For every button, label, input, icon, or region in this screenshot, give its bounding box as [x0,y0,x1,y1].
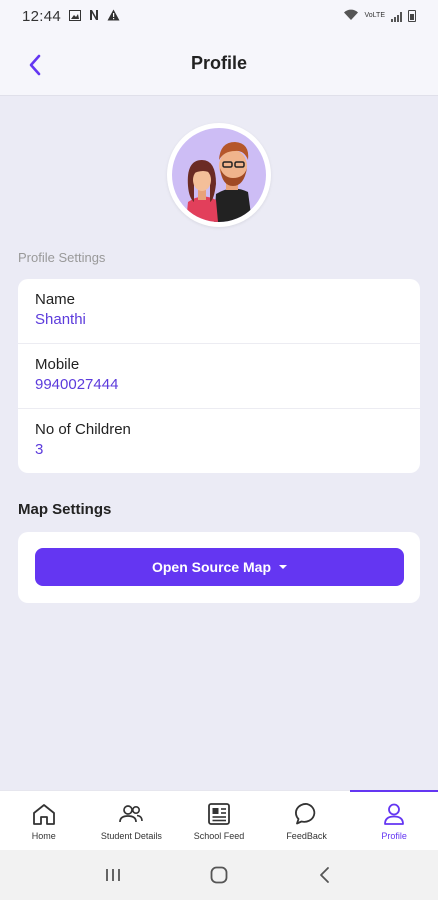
warning-icon [107,8,120,24]
nav-item-student-details[interactable]: Student Details [88,791,176,850]
status-left: 12:44 [22,8,120,25]
status-bar: 12:44 VoLTE [0,0,438,32]
user-icon [384,803,405,825]
nav-label-feedback: FeedBack [286,831,327,841]
children-label: No of Children [35,421,131,438]
nav-label-profile: Profile [381,831,407,841]
app-header: Profile [0,32,438,96]
caret-down-icon [279,565,288,569]
newspaper-icon [208,803,230,825]
avatar-illustration [172,128,266,222]
system-nav-bar [0,850,438,900]
nav-label-home: Home [31,831,56,841]
avatar[interactable] [167,123,271,227]
chat-bubble-icon [294,803,315,825]
map-source-label: Open Source Map [151,559,272,575]
status-right: VoLTE [343,8,416,24]
home-icon [32,804,55,825]
n-icon [89,9,99,24]
image-icon [69,8,82,24]
mobile-value: 9940027444 [35,376,119,393]
chevron-left-icon [29,54,41,76]
battery-icon [408,10,416,22]
recent-apps-button[interactable] [93,860,133,890]
map-settings-title: Map Settings [18,501,112,518]
home-system-button[interactable] [199,860,239,890]
map-source-dropdown[interactable]: Open Source Map [35,548,404,586]
mobile-field[interactable]: Mobile 9940027444 [18,344,420,409]
children-value: 3 [35,441,44,458]
nav-item-school-feed[interactable]: School Feed [175,791,263,850]
nav-label-student-details: Student Details [100,831,162,841]
back-system-button[interactable] [305,860,345,890]
nav-item-profile[interactable]: Profile [350,790,438,850]
name-label: Name [35,291,76,308]
profile-settings-label: Profile Settings [18,250,106,265]
wifi-icon [343,8,359,24]
nav-item-feedback[interactable]: FeedBack [263,791,351,850]
recent-apps-icon [106,869,120,881]
name-field[interactable]: Name Shanthi [18,279,420,344]
nav-item-home[interactable]: Home [0,791,88,850]
volte-label: VoLTE [364,12,386,19]
back-button[interactable] [20,50,50,80]
children-field[interactable]: No of Children 3 [18,409,420,474]
home-circle-icon [210,866,228,884]
users-icon [119,805,144,823]
back-arrow-icon [320,867,329,883]
name-value: Shanthi [35,311,86,328]
page-title: Profile [190,53,247,73]
nav-label-school-feed: School Feed [193,831,245,841]
bottom-nav: Home Student Details School Feed FeedBac… [0,790,438,850]
signal-icon [391,11,402,22]
mobile-label: Mobile [35,356,80,373]
status-time: 12:44 [22,7,62,25]
map-settings-card: Open Source Map [18,532,420,603]
profile-settings-card: Name Shanthi Mobile 9940027444 No of Chi… [18,279,420,473]
